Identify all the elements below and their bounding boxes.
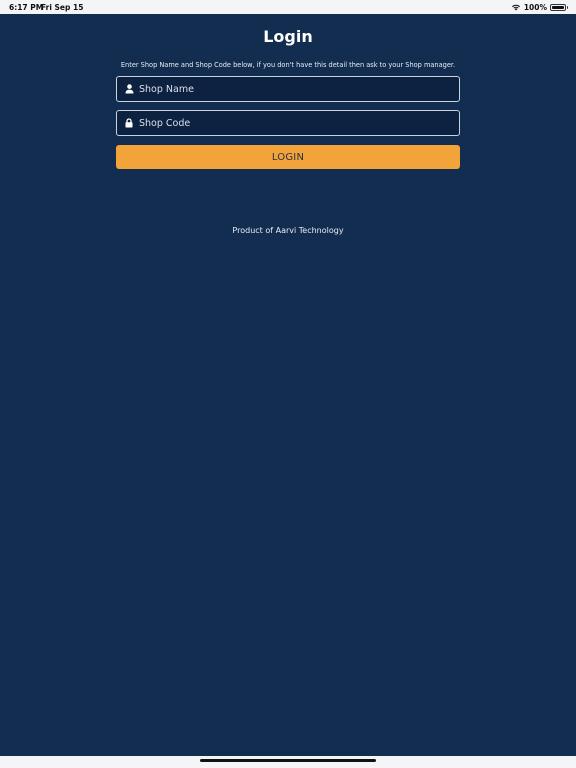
battery-fill xyxy=(552,5,564,9)
footer-text: Product of Aarvi Technology xyxy=(232,226,344,235)
shop-name-field[interactable] xyxy=(116,76,460,102)
login-button[interactable]: LOGIN xyxy=(116,145,460,169)
home-indicator[interactable] xyxy=(200,759,376,762)
wifi-icon xyxy=(511,3,521,11)
screen: 6:17 PM Fri Sep 15 100% Login Enter Shop… xyxy=(0,0,576,768)
login-screen: Login Enter Shop Name and Shop Code belo… xyxy=(0,14,576,756)
user-icon xyxy=(117,84,139,94)
bottom-bar xyxy=(0,756,576,768)
battery-percentage: 100% xyxy=(523,2,547,12)
shop-name-input[interactable] xyxy=(139,77,459,101)
battery-icon xyxy=(550,3,568,11)
page-title: Login xyxy=(263,27,313,46)
shop-code-field[interactable] xyxy=(116,110,460,136)
status-indicators: 100% xyxy=(511,2,568,12)
shop-code-input[interactable] xyxy=(139,111,459,135)
status-date: Fri Sep 15 xyxy=(41,3,84,12)
status-bar: 6:17 PM Fri Sep 15 100% xyxy=(0,0,576,14)
lock-icon xyxy=(117,118,139,128)
instruction-text: Enter Shop Name and Shop Code below, if … xyxy=(120,61,456,69)
status-time: 6:17 PM xyxy=(9,3,44,12)
